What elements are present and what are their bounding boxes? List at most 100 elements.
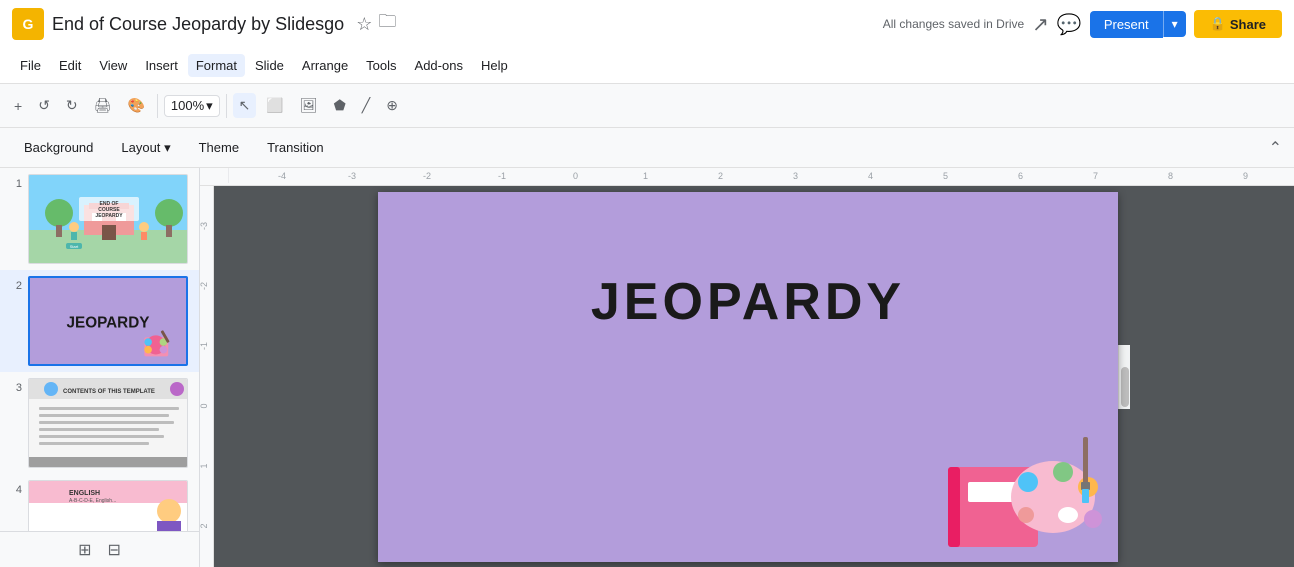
svg-text:5: 5: [943, 171, 948, 181]
theme-button[interactable]: Theme: [187, 136, 251, 160]
ruler-ticks-h: -4 -3 -2 -1 0 1 2 3 4 5 6 7 8 9: [228, 168, 1288, 183]
title-right: ↗ 💬 Present ▾ 🔒 Share: [1032, 10, 1282, 38]
zoom-value: 100%: [171, 98, 204, 113]
svg-text:JEOPARDY: JEOPARDY: [67, 315, 150, 332]
paint-format-button[interactable]: 🎨: [121, 93, 150, 118]
svg-text:2: 2: [200, 523, 209, 528]
menu-format[interactable]: Format: [188, 54, 245, 77]
share-label: Share: [1230, 17, 1266, 32]
menu-tools[interactable]: Tools: [358, 54, 404, 77]
toolbar: + ↺ ↻ 🖨 🎨 100% ▾ ↖ ⬜ 🖼 ⬟ ╱ ⊕: [0, 84, 1294, 128]
svg-text:0: 0: [200, 403, 209, 408]
svg-text:-2: -2: [200, 282, 209, 290]
svg-text:7: 7: [1093, 171, 1098, 181]
more-tool[interactable]: ⊕: [380, 93, 404, 118]
svg-text:8: 8: [1168, 171, 1173, 181]
app-logo: G: [12, 8, 44, 40]
slide-main-title[interactable]: JEOPARDY: [378, 272, 1118, 332]
share-button[interactable]: 🔒 Share: [1194, 10, 1282, 38]
menu-view[interactable]: View: [91, 54, 135, 77]
layout-arrow-icon: ▾: [164, 140, 171, 155]
action-bar-left: Background Layout ▾ Theme Transition: [12, 136, 336, 160]
grid-view-button[interactable]: ⊞: [74, 538, 95, 562]
right-scrollbar[interactable]: [1118, 345, 1130, 409]
ruler-vertical-canvas: -3 -2 -1 0 1 2 JEOPARDY: [200, 186, 1294, 567]
menu-file[interactable]: File: [12, 54, 49, 77]
title-icons: ☆ 🗀: [356, 9, 396, 39]
doc-title: End of Course Jeopardy by Slidesgo: [52, 14, 344, 35]
select-tool[interactable]: ↖: [233, 93, 257, 118]
menu-addons[interactable]: Add-ons: [407, 54, 471, 77]
folder-icon[interactable]: 🗀: [378, 9, 396, 39]
print-button[interactable]: 🖨: [88, 93, 118, 118]
slide-thumb-1: END OF COURSE JEOPARDY Start: [28, 174, 188, 264]
ruler-ticks-v: -3 -2 -1 0 1 2: [200, 186, 214, 567]
svg-text:9: 9: [1243, 171, 1248, 181]
svg-text:-3: -3: [348, 171, 356, 181]
menu-bar: File Edit View Insert Format Slide Arran…: [0, 48, 1294, 84]
menu-edit[interactable]: Edit: [51, 54, 89, 77]
background-button[interactable]: Background: [12, 136, 105, 160]
slide-panel: 1: [0, 168, 200, 567]
svg-text:2: 2: [718, 171, 723, 181]
save-status: All changes saved in Drive: [883, 17, 1024, 31]
svg-text:6: 6: [1018, 171, 1023, 181]
present-button[interactable]: Present: [1090, 11, 1163, 38]
main-content: 1: [0, 168, 1294, 567]
layout-button[interactable]: Layout ▾: [109, 136, 182, 160]
svg-text:1: 1: [200, 463, 209, 468]
svg-text:JEOPARDY: JEOPARDY: [95, 213, 123, 219]
slide-number-2: 2: [8, 280, 22, 292]
list-view-button[interactable]: ⊟: [104, 538, 125, 562]
menu-slide[interactable]: Slide: [247, 54, 292, 77]
menu-help[interactable]: Help: [473, 54, 516, 77]
slide-number-3: 3: [8, 382, 22, 394]
redo-button[interactable]: ↻: [60, 93, 84, 118]
slide-item-2[interactable]: 2 JEOPARDY: [0, 270, 199, 372]
svg-text:-1: -1: [498, 171, 506, 181]
undo-button[interactable]: ↺: [32, 93, 56, 118]
star-icon[interactable]: ☆: [356, 14, 372, 35]
svg-text:0: 0: [573, 171, 578, 181]
ruler-vertical: -3 -2 -1 0 1 2: [200, 186, 214, 567]
transition-button[interactable]: Transition: [255, 136, 336, 160]
slide-1-svg: END OF COURSE JEOPARDY Start: [29, 175, 188, 264]
svg-text:Start: Start: [70, 244, 79, 249]
menu-insert[interactable]: Insert: [137, 54, 186, 77]
separator-2: [226, 94, 227, 118]
slide-number-4: 4: [8, 484, 22, 496]
canvas-area: -4 -3 -2 -1 0 1 2 3 4 5 6 7 8 9 -3: [200, 168, 1294, 567]
svg-text:4: 4: [868, 171, 873, 181]
slide-canvas: JEOPARDY: [378, 192, 1118, 562]
line-tool[interactable]: ╱: [356, 93, 376, 118]
slide-canvas-wrapper[interactable]: JEOPARDY: [214, 186, 1294, 567]
slide-number-1: 1: [8, 178, 22, 190]
zoom-control[interactable]: 100% ▾: [164, 95, 220, 117]
lock-icon: 🔒: [1210, 16, 1226, 32]
present-dropdown-button[interactable]: ▾: [1163, 11, 1186, 37]
image-tool[interactable]: 🖼: [294, 93, 324, 118]
slide-item-3[interactable]: 3 CONTENTS OF THIS TEMPLATE: [0, 372, 199, 474]
svg-text:CONTENTS OF THIS TEMPLATE: CONTENTS OF THIS TEMPLATE: [63, 389, 155, 395]
action-bar: Background Layout ▾ Theme Transition ⌃: [0, 128, 1294, 168]
frame-tool[interactable]: ⬜: [260, 93, 289, 118]
add-button[interactable]: +: [8, 94, 28, 118]
svg-text:3: 3: [793, 171, 798, 181]
svg-text:A-B-C-D-E, English...: A-B-C-D-E, English...: [69, 498, 116, 504]
shape-tool[interactable]: ⬟: [328, 93, 352, 118]
slide-thumb-2: JEOPARDY: [28, 276, 188, 366]
svg-text:-4: -4: [278, 171, 286, 181]
art-decoration: [938, 427, 1108, 557]
scrollbar-thumb[interactable]: [1121, 367, 1129, 407]
trend-button[interactable]: ↗: [1032, 12, 1049, 37]
slide-item-1[interactable]: 1: [0, 168, 199, 270]
slide-thumb-3: CONTENTS OF THIS TEMPLATE: [28, 378, 188, 468]
svg-text:ENGLISH: ENGLISH: [69, 490, 100, 497]
svg-text:-1: -1: [200, 342, 209, 350]
comment-button[interactable]: 💬: [1057, 12, 1082, 37]
collapse-button[interactable]: ⌃: [1269, 138, 1282, 158]
menu-arrange[interactable]: Arrange: [294, 54, 356, 77]
action-bar-right: ⌃: [1269, 138, 1282, 158]
slide-3-svg: CONTENTS OF THIS TEMPLATE: [29, 379, 188, 468]
slide-2-svg: JEOPARDY: [28, 278, 188, 364]
